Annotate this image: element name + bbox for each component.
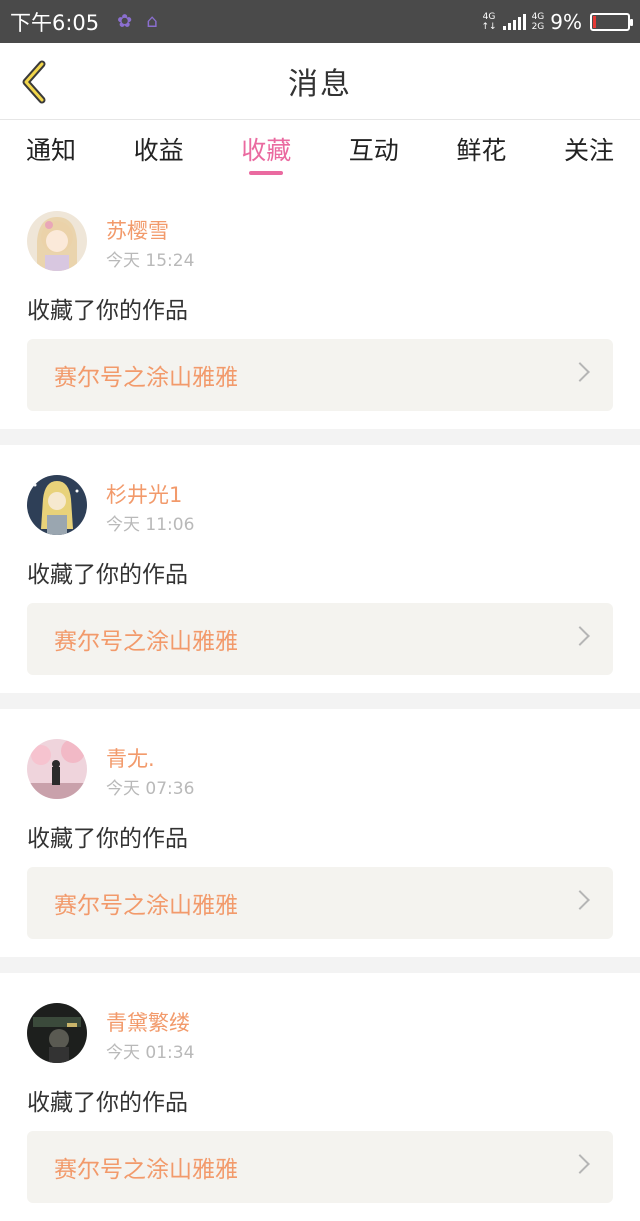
action-text: 收藏了你的作品 bbox=[27, 826, 188, 852]
divider bbox=[0, 693, 640, 709]
network-type: 4G ↑↓ bbox=[481, 11, 497, 32]
work-title: 赛尔号之涂山雅雅 bbox=[54, 365, 238, 391]
tab-interaction[interactable]: 互动 bbox=[349, 121, 399, 181]
message-time: 今天 15:24 bbox=[106, 251, 195, 271]
chevron-right-icon bbox=[570, 890, 590, 910]
battery-icon bbox=[590, 12, 633, 31]
battery-level bbox=[593, 15, 596, 28]
network-type-secondary: 4G 2G bbox=[531, 11, 545, 32]
chevron-right-icon bbox=[570, 626, 590, 646]
work-title: 赛尔号之涂山雅雅 bbox=[54, 1157, 238, 1183]
back-button[interactable] bbox=[12, 57, 56, 107]
signal-icon bbox=[502, 13, 526, 30]
divider bbox=[0, 429, 640, 445]
work-link[interactable]: 赛尔号之涂山雅雅 bbox=[27, 867, 613, 939]
app-header: 消息 bbox=[0, 43, 640, 120]
work-link[interactable]: 赛尔号之涂山雅雅 bbox=[27, 1131, 613, 1203]
tab-flowers[interactable]: 鲜花 bbox=[456, 121, 506, 181]
avatar[interactable] bbox=[27, 475, 87, 535]
app-notification-icon: ⌂ bbox=[146, 11, 158, 32]
user-name[interactable]: 杉井光1 bbox=[106, 479, 182, 509]
chevron-right-icon bbox=[570, 1154, 590, 1174]
message-card: 苏樱雪 今天 15:24 收藏了你的作品 赛尔号之涂山雅雅 bbox=[0, 181, 640, 429]
avatar[interactable] bbox=[27, 1003, 87, 1063]
work-title: 赛尔号之涂山雅雅 bbox=[54, 629, 238, 655]
user-name[interactable]: 青黛繁缕 bbox=[106, 1007, 190, 1037]
message-time: 今天 07:36 bbox=[106, 779, 195, 799]
action-text: 收藏了你的作品 bbox=[27, 562, 188, 588]
chevron-right-icon bbox=[570, 362, 590, 382]
status-right: 4G ↑↓ 4G 2G 9% bbox=[481, 9, 633, 34]
tab-bar: 通知 收益 收藏 互动 鲜花 关注 bbox=[0, 121, 640, 181]
chevron-left-icon bbox=[22, 60, 46, 104]
work-link[interactable]: 赛尔号之涂山雅雅 bbox=[27, 339, 613, 411]
tab-earnings[interactable]: 收益 bbox=[134, 121, 184, 181]
message-card: 青尢. 今天 07:36 收藏了你的作品 赛尔号之涂山雅雅 bbox=[0, 709, 640, 957]
avatar[interactable] bbox=[27, 211, 87, 271]
work-link[interactable]: 赛尔号之涂山雅雅 bbox=[27, 603, 613, 675]
action-text: 收藏了你的作品 bbox=[27, 1090, 188, 1116]
status-bar: 下午6:05 ✿ ⌂ 4G ↑↓ 4G 2G 9% bbox=[0, 0, 640, 43]
tab-follow[interactable]: 关注 bbox=[564, 121, 614, 181]
tab-notify[interactable]: 通知 bbox=[26, 121, 76, 181]
battery-percent: 9% bbox=[550, 9, 582, 34]
tab-favorites[interactable]: 收藏 bbox=[241, 121, 291, 181]
status-time: 下午6:05 bbox=[10, 10, 100, 35]
message-list: 苏樱雪 今天 15:24 收藏了你的作品 赛尔号之涂山雅雅 杉井光1 今天 11… bbox=[0, 181, 640, 1221]
message-card: 青黛繁缕 今天 01:34 收藏了你的作品 赛尔号之涂山雅雅 bbox=[0, 973, 640, 1221]
avatar[interactable] bbox=[27, 739, 87, 799]
message-card: 杉井光1 今天 11:06 收藏了你的作品 赛尔号之涂山雅雅 bbox=[0, 445, 640, 693]
divider bbox=[0, 957, 640, 973]
app-notification-icon: ✿ bbox=[117, 11, 133, 32]
notification-icons: ✿ ⌂ bbox=[117, 11, 158, 32]
message-time: 今天 11:06 bbox=[106, 515, 195, 535]
action-text: 收藏了你的作品 bbox=[27, 298, 188, 324]
user-name[interactable]: 青尢. bbox=[106, 743, 155, 773]
message-time: 今天 01:34 bbox=[106, 1043, 195, 1063]
work-title: 赛尔号之涂山雅雅 bbox=[54, 893, 238, 919]
user-name[interactable]: 苏樱雪 bbox=[106, 215, 169, 245]
page-title: 消息 bbox=[288, 67, 352, 102]
